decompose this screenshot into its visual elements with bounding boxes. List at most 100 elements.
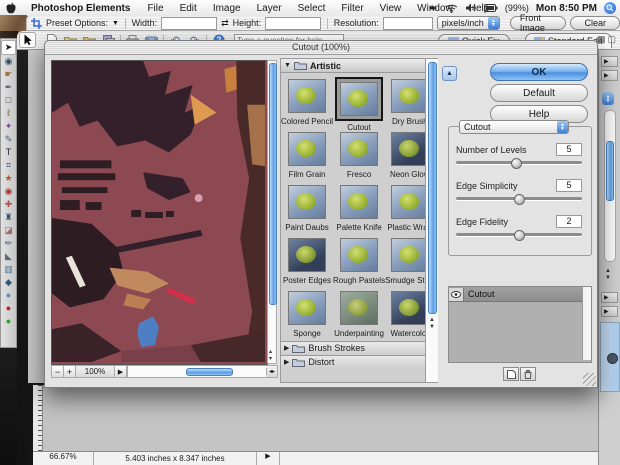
marquee-tool-icon[interactable]: □ bbox=[2, 94, 15, 107]
visibility-eye-icon[interactable] bbox=[449, 287, 464, 301]
ok-button[interactable]: OK bbox=[490, 63, 588, 81]
red-eye-tool-icon[interactable]: ◉ bbox=[2, 185, 15, 198]
default-button[interactable]: Default bbox=[490, 84, 588, 102]
new-effect-layer-button[interactable] bbox=[503, 367, 519, 381]
slider-track[interactable] bbox=[456, 230, 582, 241]
filter-item-fresco[interactable]: Fresco bbox=[333, 126, 385, 179]
move-tool-icon[interactable]: ➤ bbox=[1, 40, 16, 55]
palette-scroll-arrows-icon[interactable]: ▲ ▼ bbox=[605, 268, 611, 282]
swap-dimensions-icon[interactable]: ⇄ bbox=[221, 18, 229, 29]
filter-item-cutout[interactable]: Cutout bbox=[333, 73, 385, 132]
healing-brush-tool-icon[interactable]: ✚ bbox=[2, 198, 15, 211]
filter-item-rough-pastels[interactable]: Rough Pastels bbox=[333, 232, 385, 285]
slider-track[interactable] bbox=[456, 158, 582, 169]
type-tool-icon[interactable]: T bbox=[2, 146, 15, 159]
slider-thumb[interactable] bbox=[514, 194, 525, 205]
gradient-tool-icon[interactable]: ▥ bbox=[2, 263, 15, 276]
menu-edit[interactable]: Edit bbox=[172, 3, 205, 14]
preview-horizontal-scrollbar[interactable] bbox=[127, 366, 266, 377]
preview-vertical-scrollbar[interactable] bbox=[267, 60, 277, 364]
filter-item-poster-edges[interactable]: Poster Edges bbox=[281, 232, 333, 285]
filter-item-sponge[interactable]: Sponge bbox=[281, 285, 333, 338]
brush-tool-icon[interactable]: ✏ bbox=[2, 237, 15, 250]
document-canvas[interactable] bbox=[43, 386, 598, 451]
crop-tool-icon[interactable]: ⌗ bbox=[2, 159, 15, 172]
width-input[interactable] bbox=[161, 16, 218, 30]
preset-options-arrow-icon[interactable]: ▼ bbox=[112, 20, 119, 27]
background-color-swatch-icon[interactable]: ● bbox=[2, 315, 15, 328]
slider-track[interactable] bbox=[456, 194, 582, 205]
browser-scroll-thumb[interactable] bbox=[428, 62, 437, 314]
menu-select[interactable]: Select bbox=[290, 3, 334, 14]
palette-row-collapsed[interactable]: ▶ bbox=[601, 292, 618, 303]
effect-layer-row[interactable]: Cutout bbox=[449, 287, 591, 302]
slider-thumb[interactable] bbox=[511, 158, 523, 169]
delete-effect-layer-button[interactable] bbox=[520, 367, 536, 381]
filter-select-popup[interactable]: Cutout ▲ ▼ bbox=[459, 120, 569, 134]
preview-hscroll-arrows-icon[interactable]: ◂▸ bbox=[265, 368, 277, 375]
category-artistic-header[interactable]: ▼ Artistic bbox=[281, 59, 425, 73]
cookie-cutter-tool-icon[interactable]: ★ bbox=[2, 172, 15, 185]
lasso-tool-icon[interactable]: ℓ bbox=[2, 107, 15, 120]
slider-value-field[interactable]: 5 bbox=[556, 179, 582, 192]
menu-layer[interactable]: Layer bbox=[249, 3, 290, 14]
menu-filter[interactable]: Filter bbox=[333, 3, 371, 14]
selection-brush-tool-icon[interactable]: ✎ bbox=[2, 133, 15, 146]
apple-menu-icon[interactable] bbox=[0, 2, 22, 14]
height-input[interactable] bbox=[265, 16, 322, 30]
resolution-units-popup[interactable]: pixels/inch ▲ ▼ bbox=[436, 16, 500, 30]
browser-scroll-arrows-icon[interactable]: ▲ ▼ bbox=[429, 317, 435, 331]
filter-item-palette-knife[interactable]: Palette Knife bbox=[333, 179, 385, 232]
slider-value-field[interactable]: 5 bbox=[556, 143, 582, 156]
browser-scrollbar[interactable]: ▲ ▼ bbox=[425, 59, 438, 382]
eraser-tool-icon[interactable]: ◪ bbox=[2, 224, 15, 237]
menu-image[interactable]: Image bbox=[205, 3, 249, 14]
volume-icon[interactable] bbox=[465, 3, 477, 13]
slider-value-field[interactable]: 2 bbox=[556, 215, 582, 228]
palette-knob-icon[interactable] bbox=[607, 353, 618, 364]
resolution-input[interactable] bbox=[382, 16, 433, 30]
filter-item-film-grain[interactable]: Film Grain bbox=[281, 126, 333, 179]
blur-tool-icon[interactable]: ● bbox=[2, 289, 15, 302]
zoom-in-button[interactable]: + bbox=[64, 366, 76, 377]
ink-pen-icon[interactable]: ✒ bbox=[429, 2, 438, 15]
category-brush-strokes-header[interactable]: ▶ Brush Strokes bbox=[281, 341, 425, 354]
status-popup-arrow-icon[interactable]: ▶ bbox=[257, 452, 280, 465]
spotlight-icon[interactable] bbox=[604, 2, 616, 14]
clone-stamp-tool-icon[interactable]: ♜ bbox=[2, 211, 15, 224]
hand-tool-icon[interactable]: ☛ bbox=[2, 68, 15, 81]
effect-layers-scrollbar[interactable] bbox=[582, 287, 591, 360]
filter-item-colored-pencil[interactable]: Colored Pencil bbox=[281, 73, 333, 126]
menu-file[interactable]: File bbox=[139, 3, 171, 14]
magic-wand-tool-icon[interactable]: ✦ bbox=[2, 120, 15, 133]
wifi-icon[interactable] bbox=[445, 3, 458, 13]
preview-vscroll-thumb[interactable] bbox=[269, 63, 277, 305]
zoom-out-button[interactable]: − bbox=[52, 366, 64, 377]
dialog-title-bar[interactable]: Cutout (100%) bbox=[45, 41, 597, 55]
palette-scroll-thumb[interactable] bbox=[606, 141, 614, 201]
slider-thumb[interactable] bbox=[514, 230, 525, 241]
dialog-resize-grip[interactable] bbox=[583, 373, 596, 386]
palette-row-collapsed[interactable]: ▶ bbox=[601, 70, 618, 81]
eyedropper-tool-icon[interactable]: ✒ bbox=[2, 81, 15, 94]
palette-stepper-icon[interactable]: ▲ ▼ bbox=[602, 92, 614, 105]
app-menu[interactable]: Photoshop Elements bbox=[22, 3, 139, 14]
battery-icon[interactable] bbox=[483, 4, 498, 12]
paint-bucket-tool-icon[interactable]: ◣ bbox=[2, 250, 15, 263]
filter-item-underpainting[interactable]: Underpainting bbox=[333, 285, 385, 338]
preview-hscroll-thumb[interactable] bbox=[185, 368, 233, 376]
filter-preview[interactable] bbox=[51, 60, 268, 365]
zoom-tool-icon[interactable]: ◉ bbox=[2, 55, 15, 68]
menu-clock[interactable]: Mon 8:50 PM bbox=[536, 3, 597, 14]
foreground-color-swatch-icon[interactable]: ● bbox=[2, 302, 15, 315]
shape-tool-icon[interactable]: ◆ bbox=[2, 276, 15, 289]
clear-button[interactable]: Clear bbox=[570, 16, 620, 30]
zoom-percentage-field[interactable]: 66.67% bbox=[33, 452, 94, 465]
filter-item-paint-daubs[interactable]: Paint Daubs bbox=[281, 179, 333, 232]
menu-view[interactable]: View bbox=[372, 3, 410, 14]
palette-scrollbar[interactable] bbox=[604, 110, 616, 262]
window-layout-icons[interactable]: ▦▢ bbox=[597, 34, 618, 45]
preview-vscroll-arrows-icon[interactable]: ▴ ▾ bbox=[269, 349, 272, 363]
collapse-panel-button[interactable]: ▲ bbox=[442, 66, 457, 81]
category-distort-header[interactable]: ▶ Distort bbox=[281, 355, 425, 368]
